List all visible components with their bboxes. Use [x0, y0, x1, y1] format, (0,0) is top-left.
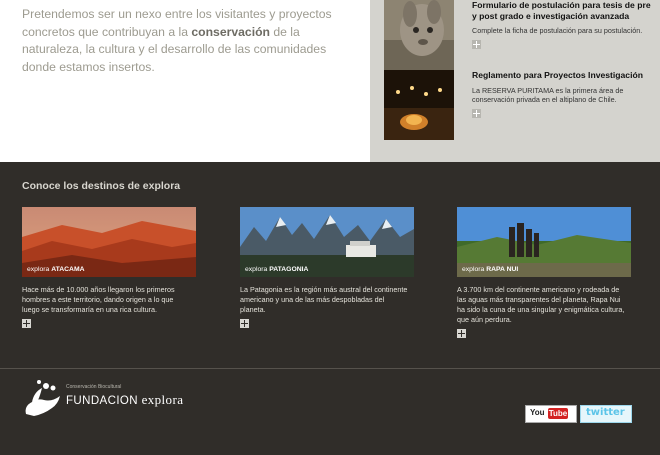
- research-sidebar: Formulario de postulación para tesis de …: [370, 0, 660, 162]
- night-camp-thumbnail[interactable]: [384, 70, 454, 140]
- intro-text-bold: conservación: [191, 24, 270, 39]
- youtube-button[interactable]: You Tube: [525, 405, 577, 423]
- sidebar-item-text: Formulario de postulación para tesis de …: [472, 0, 654, 54]
- label-name: ATACAMA: [51, 266, 85, 273]
- atacama-photo[interactable]: explora ATACAMA: [22, 207, 196, 277]
- label-prefix: explora: [27, 266, 52, 273]
- chinchilla-thumbnail[interactable]: [384, 0, 454, 70]
- plus-icon[interactable]: [472, 39, 481, 49]
- label-name: RAPA NUI: [486, 266, 519, 273]
- logo-word-explora: explora: [141, 392, 184, 407]
- destinations-title: Conoce los destinos de explora: [22, 180, 181, 192]
- sidebar-item-description: Complete la ficha de postulación para su…: [472, 26, 643, 35]
- destination-label: explora ATACAMA: [27, 266, 85, 273]
- sidebar-item-reglamento: Reglamento para Proyectos Investigación …: [384, 70, 660, 140]
- label-prefix: explora: [462, 266, 487, 273]
- footer-divider: [0, 368, 660, 369]
- intro-paragraph: Pretendemos ser un nexo entre los visita…: [22, 6, 357, 76]
- youtube-tube-text: Tube: [548, 408, 568, 419]
- hands-logo-icon: [25, 380, 61, 416]
- label-name: PATAGONIA: [269, 266, 309, 273]
- destination-label: explora RAPA NUI: [462, 266, 518, 273]
- destination-card-rapa-nui: explora RAPA NUI A 3.700 km del continen…: [457, 207, 631, 343]
- patagonia-photo[interactable]: explora PATAGONIA: [240, 207, 414, 277]
- rapa-nui-photo[interactable]: explora RAPA NUI: [457, 207, 631, 277]
- destination-description: A 3.700 km del continente americano y ro…: [457, 285, 625, 324]
- top-section: Pretendemos ser un nexo entre los visita…: [0, 0, 660, 162]
- logo-tagline: Conservación Biocultural: [66, 384, 122, 390]
- sidebar-item-title[interactable]: Reglamento para Proyectos Investigación: [472, 70, 654, 81]
- twitter-text: twitter: [586, 407, 625, 418]
- plus-icon[interactable]: [240, 319, 249, 328]
- sidebar-item-text: Reglamento para Proyectos Investigación …: [472, 70, 654, 123]
- destination-label: explora PATAGONIA: [245, 266, 308, 273]
- youtube-you-text: You: [530, 408, 545, 417]
- plus-icon[interactable]: [22, 319, 31, 328]
- destination-card-atacama: explora ATACAMA Hace más de 10.000 años …: [22, 207, 196, 333]
- sidebar-item-description: La RESERVA PURITAMA es la primera área d…: [472, 85, 624, 105]
- plus-icon[interactable]: [472, 108, 481, 118]
- plus-icon[interactable]: [457, 329, 466, 338]
- destination-description: Hace más de 10.000 años llegaron los pri…: [22, 285, 175, 314]
- sidebar-item-title[interactable]: Formulario de postulación para tesis de …: [472, 0, 654, 21]
- destination-description: La Patagonia es la región más austral de…: [240, 285, 408, 314]
- label-prefix: explora: [245, 266, 270, 273]
- logo-word-fundacion: FUNDACION: [66, 395, 138, 407]
- logo-wordmark: FUNDACION explora: [66, 392, 183, 408]
- fundacion-explora-logo[interactable]: Conservación Biocultural FUNDACION explo…: [22, 378, 192, 422]
- destination-card-patagonia: explora PATAGONIA La Patagonia es la reg…: [240, 207, 414, 333]
- sidebar-item-formulario: Formulario de postulación para tesis de …: [384, 0, 660, 70]
- twitter-button[interactable]: twitter: [580, 405, 632, 423]
